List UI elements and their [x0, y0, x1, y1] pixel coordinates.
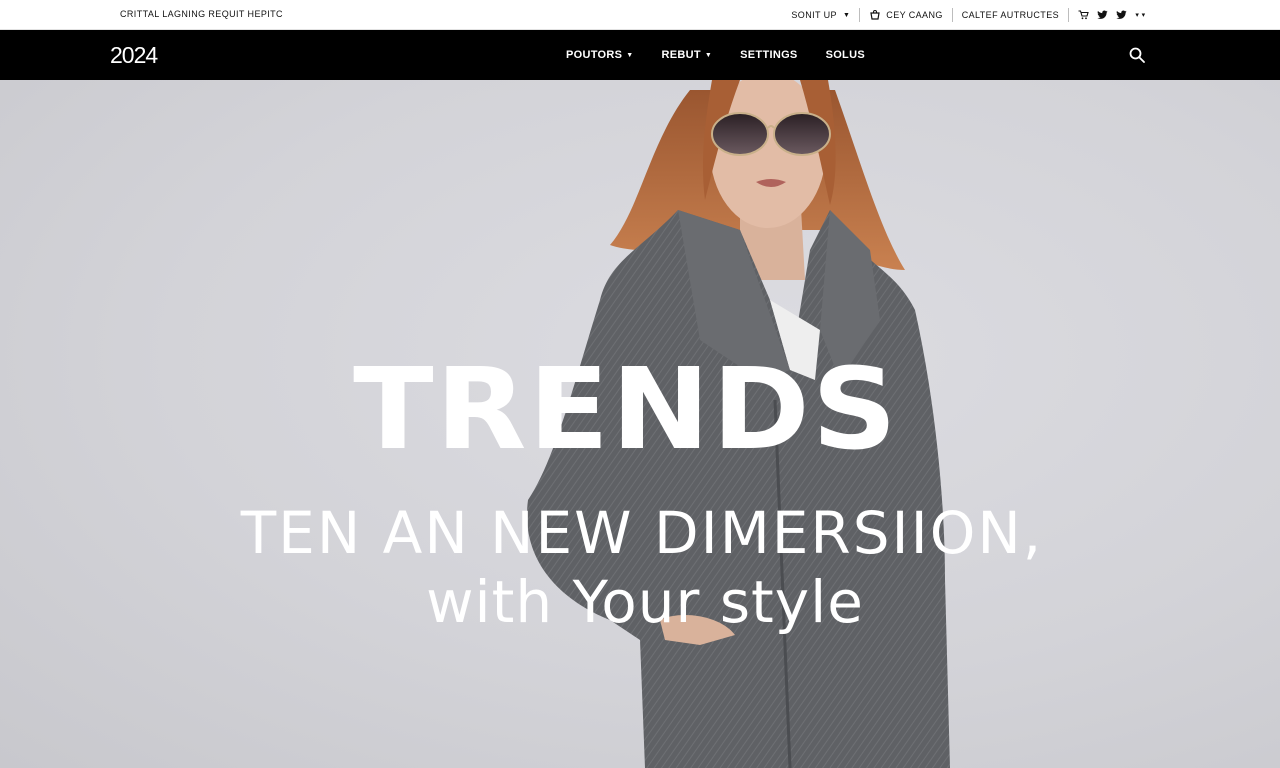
nav-item-label: POUTORS: [566, 49, 623, 61]
account-label: SONIT UP: [791, 10, 837, 20]
twitter-icon[interactable]: [1097, 10, 1108, 21]
search-icon[interactable]: [1129, 47, 1145, 68]
cart-icon[interactable]: [1078, 10, 1089, 21]
cart-link[interactable]: CEY CAANG: [869, 10, 942, 21]
twitter-icon[interactable]: [1116, 10, 1127, 21]
chevron-down-icon: ▼: [842, 11, 851, 19]
nav-menu: POUTORS ▼ REBUT ▼ SETTINGS SOLUS: [566, 49, 865, 61]
tagline: CRITTAL LAGNING REQUIT HEPITC: [120, 9, 283, 19]
social-icons: ▾ ▾: [1078, 10, 1146, 21]
chevron-down-icon: ▼: [704, 51, 713, 59]
nav-item-settings[interactable]: SETTINGS: [740, 49, 797, 61]
nav-item-rebut[interactable]: REBUT ▼: [662, 49, 713, 61]
hero-headline: TRENDS: [353, 343, 899, 475]
nav-item-solus[interactable]: SOLUS: [826, 49, 865, 61]
utility-links: SONIT UP ▼ CEY CAANG CALTEF AUTRUCTES ▾: [791, 8, 1146, 22]
divider: [1068, 8, 1069, 22]
hero-subheadline: with Your style: [426, 568, 864, 636]
divider: [859, 8, 861, 22]
chevron-down-icon: ▼: [626, 51, 634, 59]
bag-icon: [869, 10, 880, 21]
divider: [951, 8, 953, 22]
features-label: CALTEF AUTRUCTES: [961, 10, 1059, 20]
nav-item-label: REBUT: [661, 49, 701, 61]
hero-subheadline: TEN AN NEW DIMERSIION,: [240, 499, 1044, 567]
more-icon[interactable]: ▾ ▾: [1135, 10, 1146, 21]
nav-item-label: SOLUS: [825, 49, 865, 61]
logo[interactable]: 2024: [110, 42, 158, 69]
main-nav: 2024 POUTORS ▼ REBUT ▼ SETTINGS SOLUS: [0, 30, 1280, 80]
account-dropdown[interactable]: SONIT UP ▼: [791, 10, 850, 20]
hero-banner: TRENDS TEN AN NEW DIMERSIION, with Your …: [0, 80, 1280, 768]
nav-item-label: SETTINGS: [740, 49, 798, 61]
utility-bar: CRITTAL LAGNING REQUIT HEPITC SONIT UP ▼…: [0, 0, 1280, 30]
nav-item-poutors[interactable]: POUTORS ▼: [566, 49, 634, 61]
features-link[interactable]: CALTEF AUTRUCTES: [962, 10, 1059, 20]
cart-label: CEY CAANG: [886, 10, 943, 20]
